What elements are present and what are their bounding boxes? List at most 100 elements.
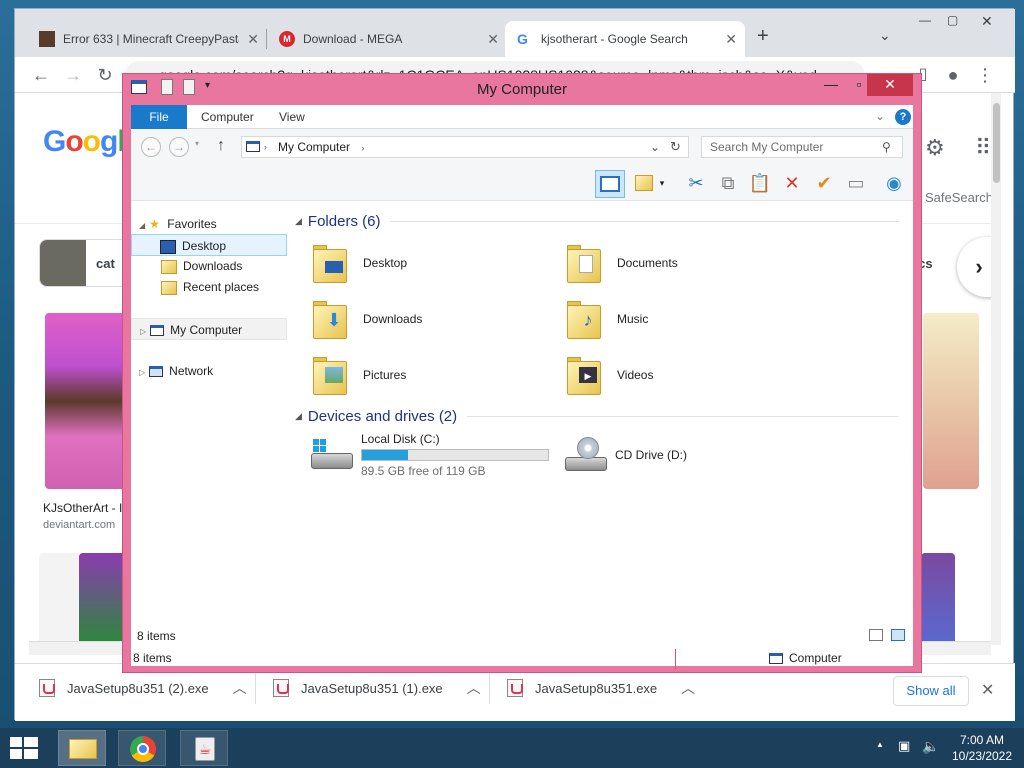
folder-desktop[interactable]: Desktop [311, 237, 541, 289]
nav-downloads[interactable]: Downloads [161, 255, 242, 277]
java-setup-taskbar-button[interactable]: ☕ [180, 730, 228, 766]
drive-cd-d[interactable]: CD Drive (D:) [563, 431, 813, 479]
network-globe-icon[interactable]: ◉ [881, 170, 907, 196]
close-window-icon[interactable]: ✕ [867, 74, 913, 96]
large-icons-view-icon[interactable] [891, 629, 905, 641]
copy-icon[interactable]: ⧉ [715, 170, 741, 196]
ribbon-tabs: File Computer View ⌄ ? [131, 105, 913, 129]
menu-kebab-icon[interactable]: ⋮ [975, 65, 995, 85]
up-arrow-icon[interactable]: ↑ [217, 137, 225, 155]
maximize-icon[interactable]: ▢ [947, 13, 958, 27]
nav-desktop[interactable]: Desktop [131, 234, 287, 256]
result-image-1[interactable] [45, 313, 127, 489]
forward-arrow-icon[interactable]: → [169, 137, 189, 157]
chevron-up-icon[interactable]: ︿ [233, 678, 247, 698]
network-status-icon[interactable]: ▣ [898, 738, 910, 754]
tab-creepypasta[interactable]: Error 633 | Minecraft CreepyPasta ✕ [27, 21, 267, 57]
close-tab-icon[interactable]: ✕ [487, 31, 499, 48]
group-header-devices[interactable]: ◢ Devices and drives (2) [295, 406, 899, 426]
paste-icon[interactable]: 📋 [747, 170, 773, 196]
tab-file[interactable]: File [131, 105, 187, 129]
show-hidden-icons-chevron-icon[interactable]: ▲ [876, 740, 884, 749]
details-view-icon[interactable] [869, 629, 883, 641]
collapse-chevron-icon[interactable]: ◢ [295, 411, 302, 422]
group-header-folders[interactable]: ◢ Folders (6) [295, 211, 899, 231]
network-icon [149, 366, 164, 378]
back-arrow-icon[interactable]: ← [31, 65, 51, 85]
explorer-titlebar[interactable]: ▾ My Computer — ▫ ✕ [123, 74, 921, 105]
delete-icon[interactable]: ✕ [779, 170, 805, 196]
chevron-up-icon[interactable]: ︿ [467, 678, 481, 698]
apps-grid-icon[interactable]: ⠿ [975, 135, 991, 161]
show-all-button[interactable]: Show all [893, 676, 969, 706]
download-item[interactable]: JavaSetup8u351 (2).exe ︿ [39, 674, 247, 702]
safesearch-label[interactable]: SafeSearch [925, 190, 993, 205]
properties-check-icon[interactable]: ✔ [811, 170, 837, 196]
result-image-2[interactable] [923, 313, 979, 489]
close-tab-icon[interactable]: ✕ [247, 31, 259, 48]
preview-pane-button[interactable] [595, 170, 625, 198]
breadcrumb-my-computer[interactable]: My Computer [278, 140, 350, 154]
chrome-taskbar-button[interactable] [118, 730, 166, 766]
back-arrow-icon[interactable]: ← [141, 137, 161, 157]
result-image-3[interactable] [79, 553, 127, 645]
search-icon: ⚲ [882, 140, 891, 154]
drive-local-disk-c[interactable]: Local Disk (C:) 89.5 GB free of 119 GB [309, 431, 559, 479]
breadcrumb-chevron-icon[interactable]: › [361, 143, 364, 153]
chip-cat[interactable]: cat [39, 239, 135, 287]
folder-videos[interactable]: ▶ Videos [565, 349, 795, 401]
tab-view[interactable]: View [265, 105, 319, 129]
minimize-icon[interactable]: — [817, 74, 845, 96]
google-logo[interactable]: Googl [43, 125, 126, 159]
search-input[interactable]: Search My Computer ⚲ [701, 136, 903, 158]
dropdown-chevron-icon[interactable]: ▾ [657, 170, 667, 196]
nav-recent-places[interactable]: Recent places [161, 276, 259, 298]
new-tab-plus-icon[interactable]: + [757, 25, 769, 48]
folder-music[interactable]: ♪ Music [565, 293, 795, 345]
minimize-icon[interactable]: — [919, 13, 931, 27]
tab-computer[interactable]: Computer [187, 105, 268, 129]
expand-chevron-icon[interactable]: ▷ [140, 327, 146, 336]
file-explorer-taskbar-button[interactable] [58, 730, 106, 766]
refresh-icon[interactable]: ↻ [670, 137, 681, 157]
nav-network[interactable]: ▷ Network [139, 360, 213, 382]
address-path[interactable]: › My Computer › ⌄ ↻ [241, 136, 689, 158]
tab-mega[interactable]: M Download - MEGA ✕ [267, 21, 507, 57]
tab-search-chevron-icon[interactable]: ⌄ [879, 27, 891, 44]
expand-ribbon-chevron-icon[interactable]: ⌄ [875, 109, 885, 123]
breadcrumb-chevron-icon[interactable]: › [264, 137, 267, 157]
help-icon[interactable]: ? [895, 109, 911, 125]
settings-gear-icon[interactable]: ⚙ [925, 135, 945, 161]
select-all-icon[interactable] [633, 170, 655, 196]
result-title[interactable]: KJsOtherArt - I [43, 501, 122, 515]
folder-documents[interactable]: Documents [565, 237, 795, 289]
windows-start-icon[interactable] [10, 737, 38, 759]
recent-locations-chevron-icon[interactable]: ▾ [195, 139, 199, 148]
page-vertical-scrollbar[interactable] [991, 93, 1001, 645]
expand-chevron-icon[interactable]: ▷ [139, 368, 145, 377]
collapse-chevron-icon[interactable]: ◢ [139, 221, 145, 230]
scroll-thumb[interactable] [993, 103, 1000, 183]
nav-favorites[interactable]: ◢ ★ Favorites [139, 213, 217, 235]
folder-pictures[interactable]: Pictures [311, 349, 541, 401]
profile-avatar-icon[interactable]: ● [943, 65, 963, 85]
result-image-4[interactable] [921, 553, 955, 645]
reload-icon[interactable]: ↻ [95, 65, 115, 85]
close-tab-icon[interactable]: ✕ [725, 31, 737, 48]
divider [489, 672, 490, 704]
system-clock[interactable]: 7:00 AM 10/23/2022 [948, 732, 1016, 764]
address-dropdown-chevron-icon[interactable]: ⌄ [650, 137, 660, 157]
tab-google-search[interactable]: G kjsotherart - Google Search ✕ [505, 21, 745, 57]
chevron-up-icon[interactable]: ︿ [681, 678, 695, 698]
nav-my-computer[interactable]: ▷ My Computer [131, 318, 287, 340]
close-window-icon[interactable]: ✕ [981, 13, 993, 30]
download-item[interactable]: JavaSetup8u351 (1).exe ︿ [273, 674, 481, 702]
collapse-chevron-icon[interactable]: ◢ [295, 216, 302, 227]
download-item[interactable]: JavaSetup8u351.exe ︿ [507, 674, 695, 702]
close-downloads-icon[interactable]: ✕ [981, 680, 994, 700]
folder-downloads[interactable]: ⬇ Downloads [311, 293, 541, 345]
forward-arrow-icon[interactable]: → [63, 65, 83, 85]
volume-icon[interactable]: 🔈 [922, 738, 939, 755]
cut-icon[interactable]: ✂ [683, 170, 709, 196]
rename-icon[interactable]: ▭ [843, 170, 869, 196]
